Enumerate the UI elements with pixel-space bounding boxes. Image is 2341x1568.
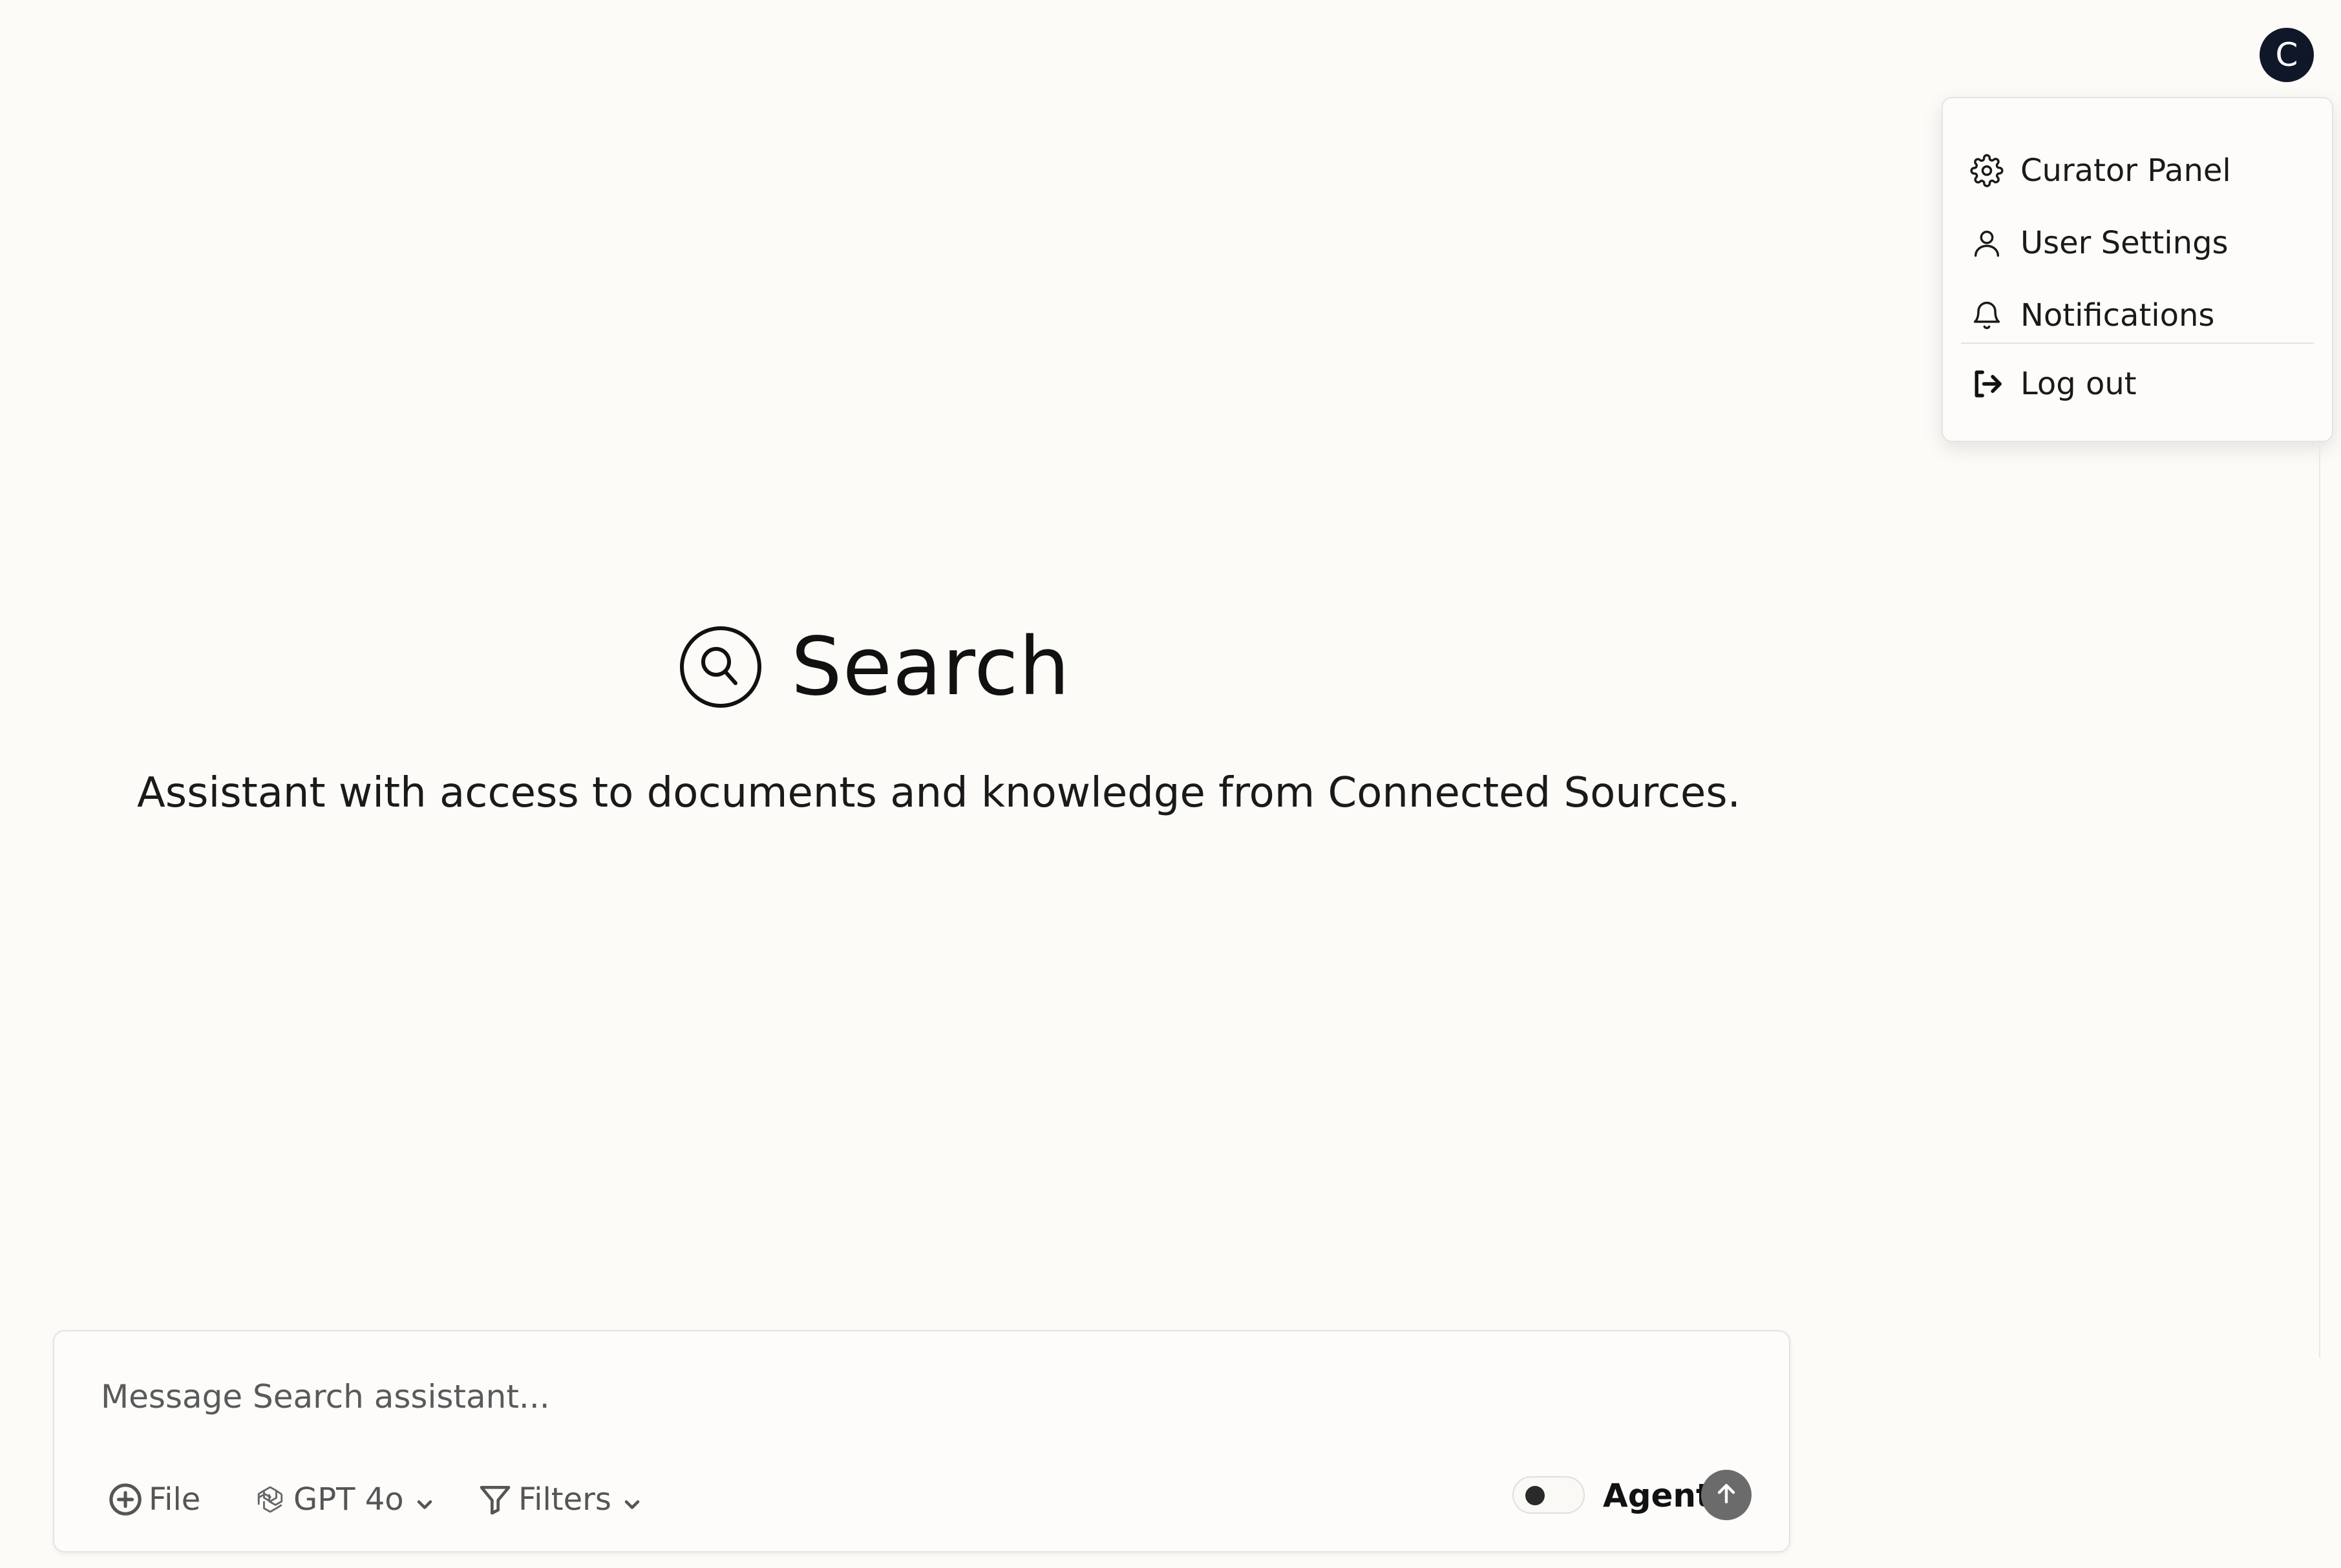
menu-item-label: Notifications xyxy=(2020,297,2215,334)
send-button[interactable] xyxy=(1701,1470,1752,1520)
agent-label: Agent xyxy=(1603,1477,1711,1514)
assistant-description: Assistant with access to documents and k… xyxy=(137,769,1741,817)
bell-icon xyxy=(1969,297,2005,334)
gear-icon xyxy=(1969,153,2005,189)
menu-item-logout[interactable]: Log out xyxy=(1969,358,2305,410)
toggle-knob xyxy=(1525,1486,1545,1505)
menu-divider xyxy=(1961,343,2314,344)
agent-toggle[interactable] xyxy=(1512,1476,1585,1514)
menu-item-curator-panel[interactable]: Curator Panel xyxy=(1969,145,2305,196)
assistant-name: Search xyxy=(791,620,1071,714)
message-input[interactable] xyxy=(100,1370,1718,1423)
logout-icon xyxy=(1969,366,2005,402)
menu-item-label: Log out xyxy=(2020,366,2137,402)
arrow-up-icon xyxy=(1712,1479,1741,1510)
model-selector[interactable]: GPT 4o xyxy=(252,1474,436,1525)
user-menu: Curator Panel User Settings Notification… xyxy=(1942,97,2333,442)
file-button[interactable]: File xyxy=(107,1474,200,1525)
scroll-track xyxy=(2319,440,2320,1357)
plus-circle-icon xyxy=(107,1481,143,1518)
search-icon xyxy=(679,625,763,709)
menu-item-label: User Settings xyxy=(2020,225,2229,261)
assistant-header: Search xyxy=(679,620,1070,714)
file-label: File xyxy=(149,1481,201,1518)
filters-label: Filters xyxy=(518,1481,611,1518)
filter-icon xyxy=(477,1481,513,1518)
menu-item-label: Curator Panel xyxy=(2020,153,2231,189)
page: C Curator Panel User Settings Notificati… xyxy=(0,0,2341,1568)
avatar-initial: C xyxy=(2275,36,2298,74)
chevron-down-icon xyxy=(413,1488,436,1511)
model-label: GPT 4o xyxy=(293,1481,404,1518)
menu-item-user-settings[interactable]: User Settings xyxy=(1969,217,2305,269)
openai-icon xyxy=(252,1481,288,1518)
user-avatar[interactable]: C xyxy=(2260,28,2314,82)
chat-composer: File GPT 4o xyxy=(53,1330,1790,1552)
filters-button[interactable]: Filters xyxy=(477,1474,644,1525)
user-icon xyxy=(1969,225,2005,261)
chevron-down-icon xyxy=(620,1488,644,1511)
menu-item-notifications[interactable]: Notifications xyxy=(1969,290,2305,341)
